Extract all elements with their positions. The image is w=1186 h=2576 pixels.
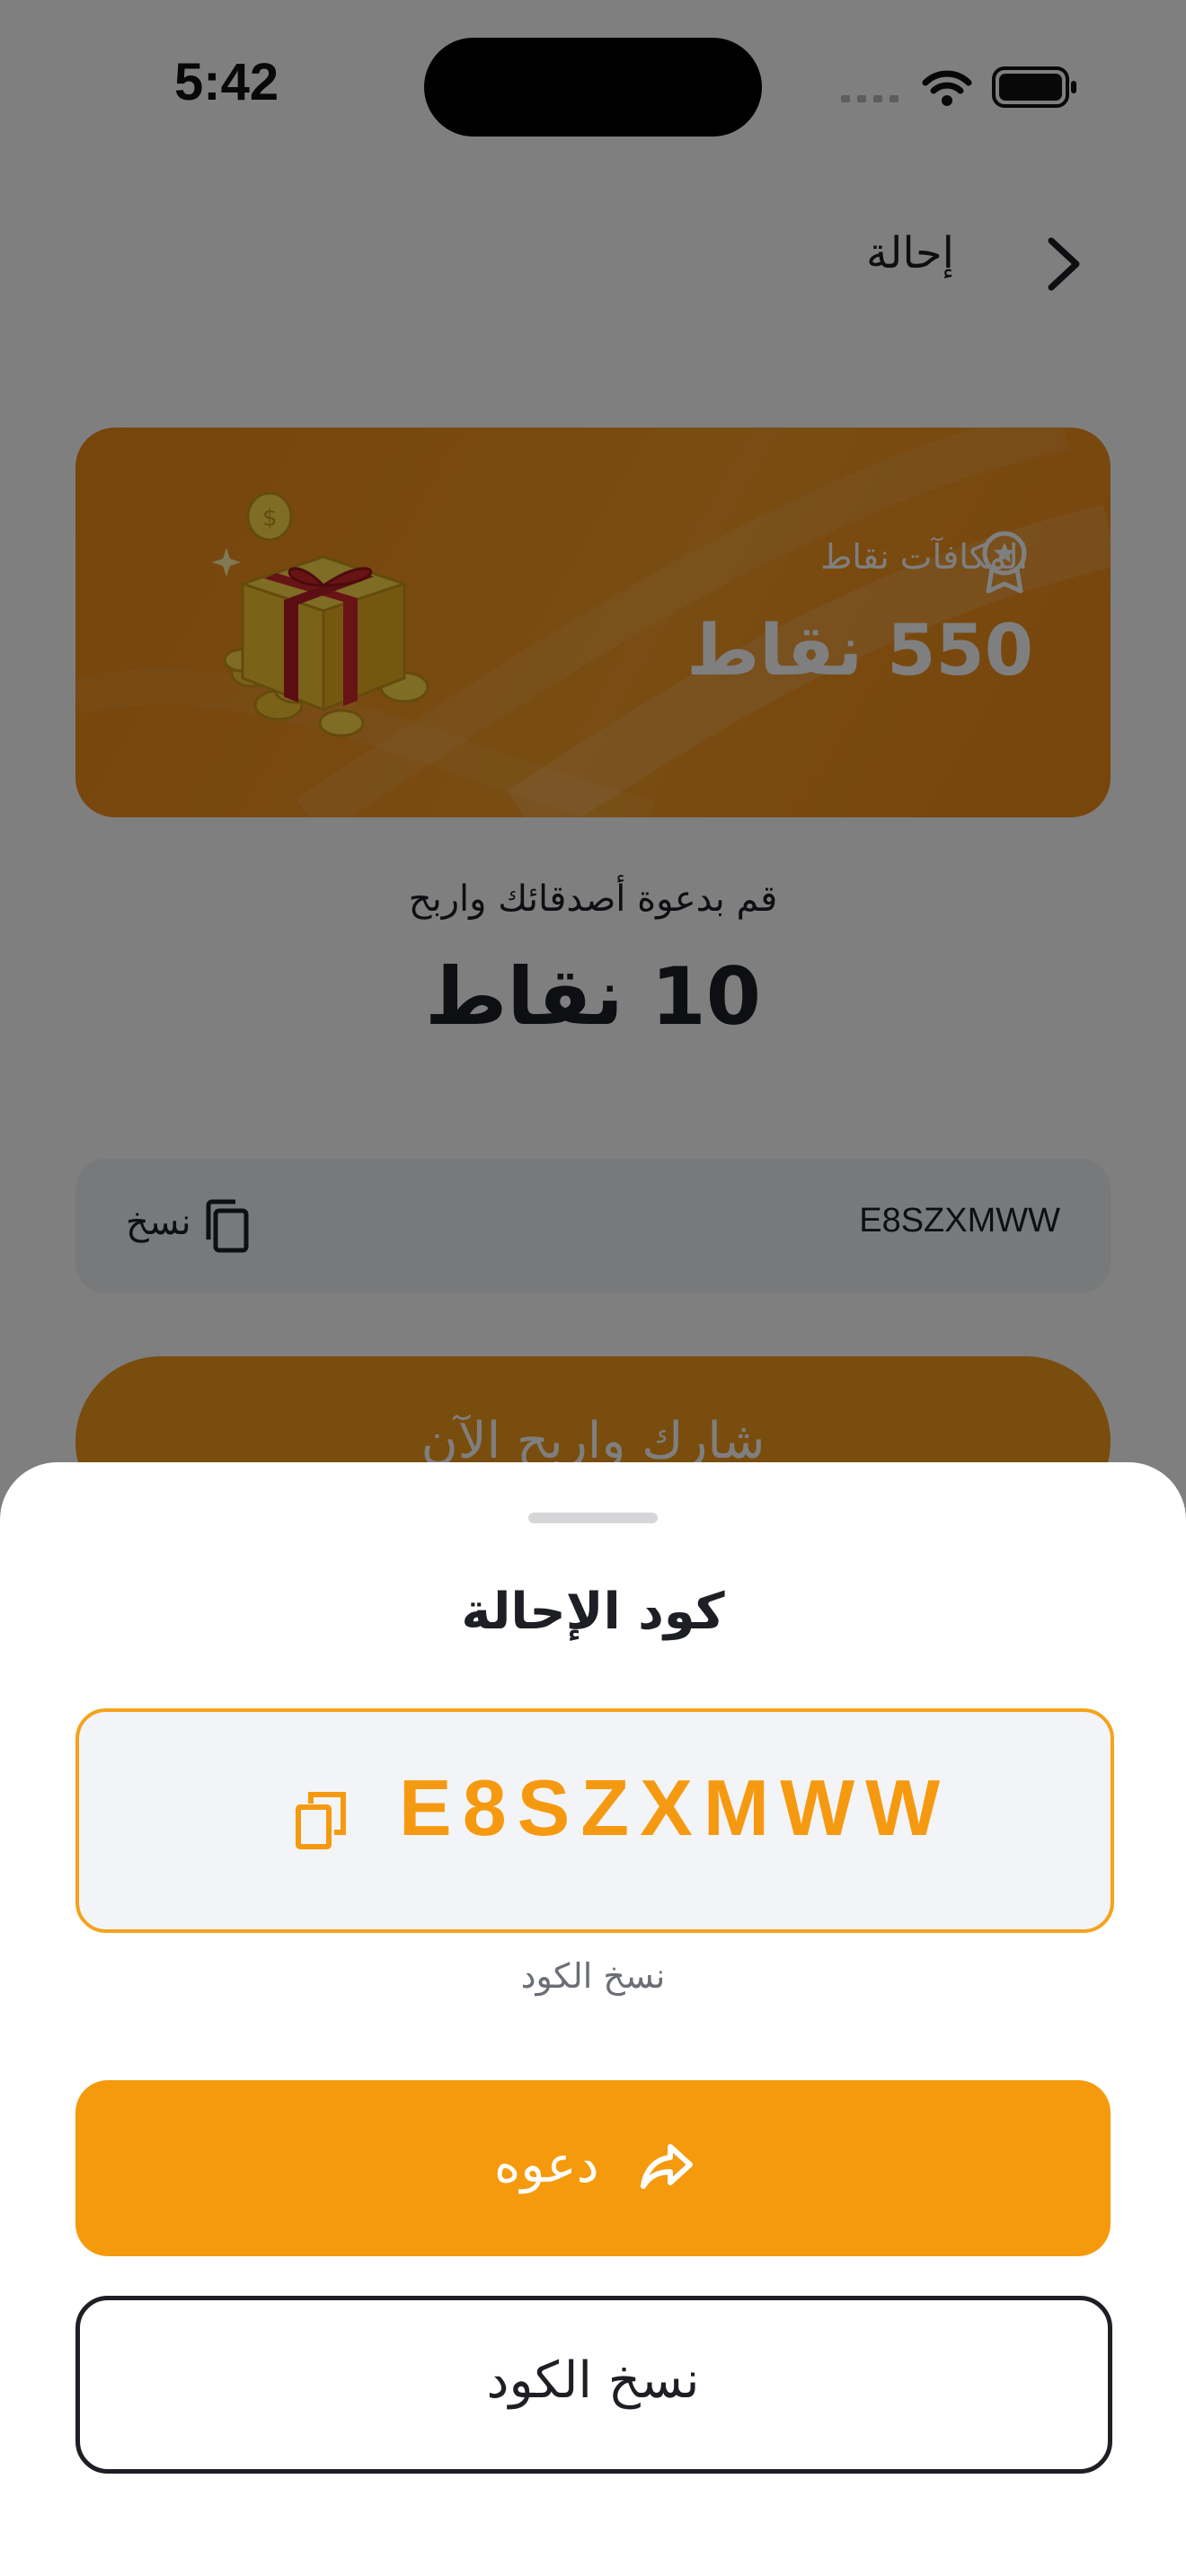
copy-code-button-label: نسخ الكود bbox=[486, 2351, 700, 2410]
sheet-grabber[interactable] bbox=[528, 1513, 658, 1523]
sheet-title: كود الإحالة bbox=[461, 1583, 725, 1641]
referral-code: E8SZXMWW bbox=[399, 1763, 951, 1852]
invite-button-label: دعوه bbox=[494, 2136, 599, 2194]
copy-code-icon[interactable] bbox=[293, 1787, 350, 1852]
share-arrow-icon bbox=[641, 2144, 693, 2189]
copy-code-hint: نسخ الكود bbox=[520, 1956, 666, 1996]
